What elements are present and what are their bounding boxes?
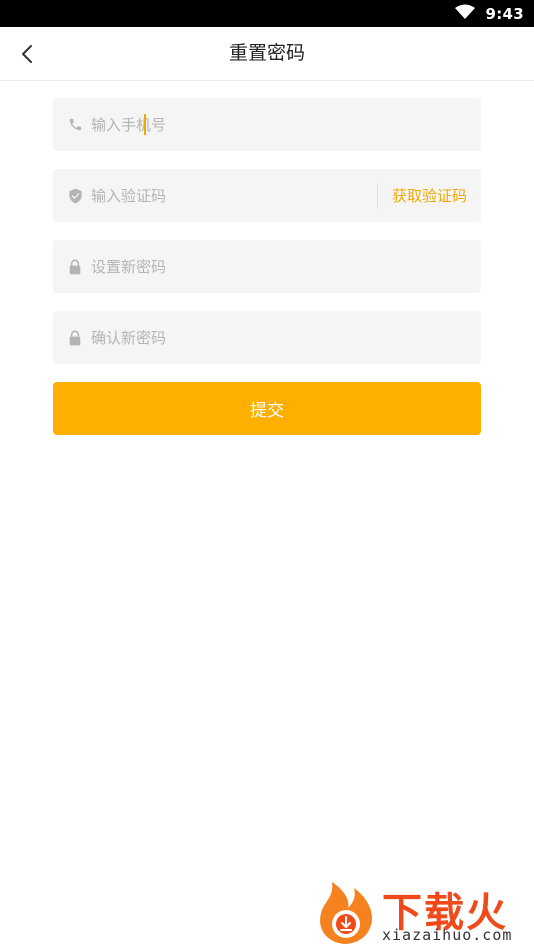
back-button[interactable] (10, 37, 44, 71)
watermark: 下载火 xiazaihuo.com (314, 878, 529, 946)
page-title: 重置密码 (228, 42, 305, 64)
reset-form: 获取验证码 提交 (53, 98, 481, 435)
status-right: 9:43 (455, 0, 524, 27)
shield-icon (67, 188, 83, 204)
phone-icon (67, 117, 83, 133)
lock-icon (67, 259, 83, 275)
confirm-password-field (53, 311, 481, 364)
new-password-field (53, 240, 481, 293)
get-code-button[interactable]: 获取验证码 (392, 185, 467, 206)
phone-input[interactable] (91, 104, 481, 145)
submit-button[interactable]: 提交 (53, 382, 481, 435)
phone-field (53, 98, 481, 151)
lock-icon (67, 330, 83, 346)
chevron-left-icon (22, 45, 32, 63)
flame-logo-icon (320, 882, 373, 944)
wifi-icon (455, 4, 476, 24)
status-time: 9:43 (485, 4, 524, 23)
code-field: 获取验证码 (53, 169, 481, 222)
watermark-url: xiazaihuo.com (382, 926, 513, 944)
text-caret (144, 114, 146, 135)
new-password-input[interactable] (91, 246, 481, 287)
code-divider (376, 182, 378, 209)
status-bar: 9:43 (0, 0, 534, 27)
confirm-password-input[interactable] (91, 317, 481, 358)
code-input[interactable] (91, 175, 377, 216)
nav-bar: 重置密码 (0, 27, 534, 81)
